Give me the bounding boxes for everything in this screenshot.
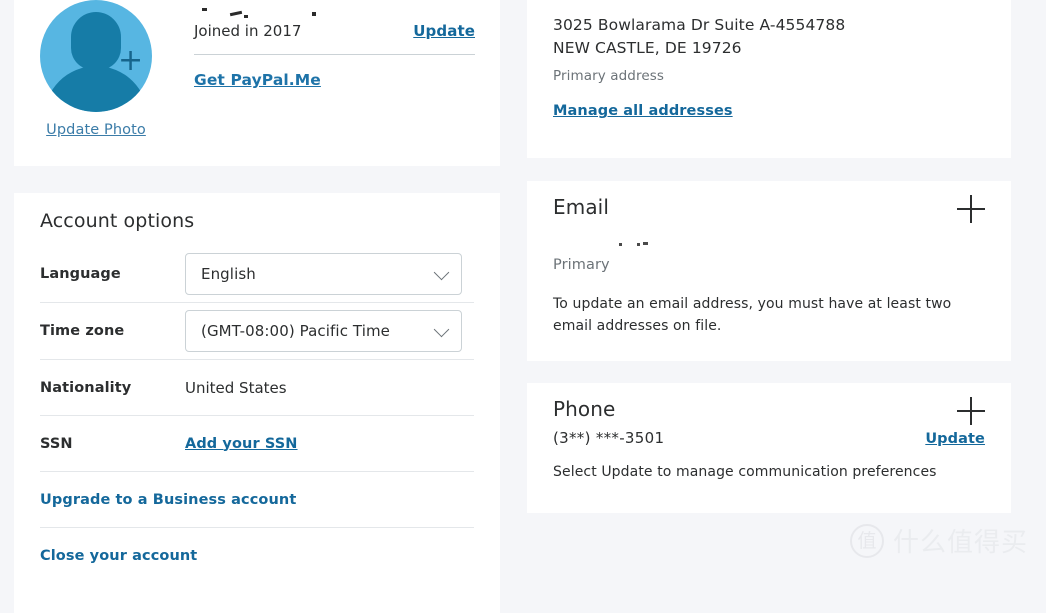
close-account-link[interactable]: Close your account bbox=[40, 548, 197, 564]
timezone-row: Time zone (GMT-08:00) Pacific Time bbox=[40, 303, 474, 360]
language-select-value: English bbox=[201, 265, 256, 283]
watermark-text: 什么值得买 bbox=[892, 528, 1028, 558]
close-account-row[interactable]: Close your account bbox=[40, 528, 474, 584]
email-header: Email bbox=[527, 181, 1011, 223]
phone-title: Phone bbox=[553, 397, 616, 421]
language-select[interactable]: English bbox=[185, 253, 462, 295]
email-address-redacted bbox=[553, 239, 753, 253]
address-line-1: 3025 Bowlarama Dr Suite A-4554788 bbox=[553, 16, 846, 34]
email-note: To update an email address, you must hav… bbox=[553, 296, 952, 334]
upgrade-business-row[interactable]: Upgrade to a Business account bbox=[40, 472, 474, 528]
avatar-section: + Update Photo bbox=[40, 0, 152, 138]
add-phone-plus-icon[interactable] bbox=[957, 397, 985, 425]
watermark: 值 什么值得买 bbox=[849, 522, 1028, 559]
manage-addresses-link[interactable]: Manage all addresses bbox=[553, 103, 733, 119]
add-photo-plus-icon[interactable]: + bbox=[118, 46, 143, 76]
upgrade-business-link[interactable]: Upgrade to a Business account bbox=[40, 492, 296, 508]
address-subtitle: Primary address bbox=[553, 68, 664, 84]
update-phone-link[interactable]: Update bbox=[925, 431, 985, 447]
add-email-plus-icon[interactable] bbox=[957, 195, 985, 223]
timezone-select-value: (GMT-08:00) Pacific Time bbox=[201, 322, 391, 340]
timezone-select[interactable]: (GMT-08:00) Pacific Time bbox=[185, 310, 462, 352]
account-name-redacted bbox=[194, 0, 475, 22]
phone-card: Phone (3**) ***-3501 Update Select Updat… bbox=[527, 383, 1011, 513]
account-options-title: Account options bbox=[40, 210, 195, 232]
update-photo-link[interactable]: Update Photo bbox=[40, 122, 152, 138]
language-label: Language bbox=[40, 266, 121, 282]
nationality-value: United States bbox=[185, 378, 287, 397]
timezone-label: Time zone bbox=[40, 323, 125, 339]
joined-date: Joined in 2017 bbox=[194, 22, 302, 40]
nationality-label: Nationality bbox=[40, 379, 132, 396]
chevron-down-icon bbox=[433, 321, 450, 338]
watermark-badge-icon: 值 bbox=[849, 523, 884, 558]
phone-row: (3**) ***-3501 Update bbox=[553, 429, 985, 447]
account-settings-page: + Update Photo Joined in 2017 Update Get… bbox=[0, 0, 1046, 613]
phone-note: Select Update to manage communication pr… bbox=[553, 464, 937, 480]
profile-divider bbox=[194, 54, 475, 55]
profile-card: + Update Photo Joined in 2017 Update Get… bbox=[14, 0, 500, 166]
language-row: Language English bbox=[40, 246, 474, 303]
address-block: 3025 Bowlarama Dr Suite A-4554788 NEW CA… bbox=[527, 0, 1011, 119]
account-options-card: Account options Language English Time zo… bbox=[14, 193, 500, 613]
chevron-down-icon bbox=[433, 264, 450, 281]
address-line-2: NEW CASTLE, DE 19726 bbox=[553, 39, 742, 57]
avatar-head-shape bbox=[71, 12, 121, 70]
avatar[interactable]: + bbox=[40, 0, 152, 112]
phone-header: Phone bbox=[527, 383, 1011, 425]
email-title: Email bbox=[553, 195, 609, 219]
profile-details: Joined in 2017 Update Get PayPal.Me bbox=[194, 0, 475, 89]
address-card: 3025 Bowlarama Dr Suite A-4554788 NEW CA… bbox=[527, 0, 1011, 158]
email-primary-label: Primary bbox=[553, 257, 610, 273]
add-ssn-link[interactable]: Add your SSN bbox=[185, 436, 298, 452]
nationality-row: Nationality United States bbox=[40, 360, 474, 416]
ssn-row: SSN Add your SSN bbox=[40, 416, 474, 472]
ssn-label: SSN bbox=[40, 435, 73, 452]
email-card: Email Primary To update an email address… bbox=[527, 181, 1011, 361]
phone-number: (3**) ***-3501 bbox=[553, 429, 665, 447]
joined-row: Joined in 2017 Update bbox=[194, 22, 475, 54]
update-profile-link[interactable]: Update bbox=[413, 22, 475, 40]
get-paypalme-link[interactable]: Get PayPal.Me bbox=[194, 71, 321, 89]
